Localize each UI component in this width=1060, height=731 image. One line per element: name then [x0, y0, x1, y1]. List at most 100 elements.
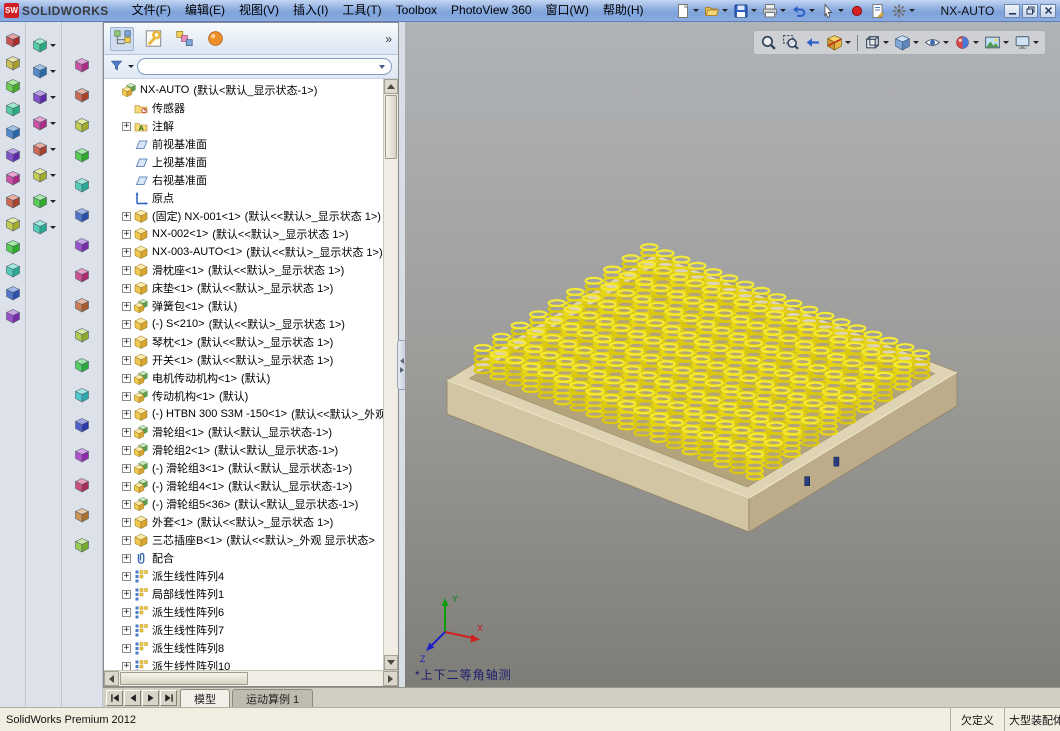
expand-icon[interactable]: +: [122, 373, 131, 383]
tree-item-派生线性阵列8[interactable]: + 派生线性阵列8: [104, 639, 383, 657]
tree-item-(固定) NX-001<1>[interactable]: + (固定) NX-001<1> (默认<<默认>_显示状态 1>): [104, 207, 383, 225]
exploded-view-button[interactable]: [1, 281, 25, 304]
configurationmanager-tab[interactable]: [172, 27, 196, 51]
display-style-button[interactable]: [892, 32, 921, 53]
ellipse-button[interactable]: [66, 290, 98, 320]
view-settings-button[interactable]: [1012, 32, 1041, 53]
polygon-button[interactable]: [66, 230, 98, 260]
tree-item-传感器[interactable]: +传感器: [104, 99, 383, 117]
tree-item-滑轮组2<1>[interactable]: + 滑轮组2<1> (默认<默认_显示状态-1>): [104, 441, 383, 459]
convert-entities-button[interactable]: [66, 380, 98, 410]
scroll-up-button[interactable]: [384, 79, 398, 94]
insert-component-button[interactable]: [1, 28, 25, 51]
trim-entities-button[interactable]: [66, 350, 98, 380]
new-motion-study-button[interactable]: [1, 235, 25, 258]
sketch-fillet-button[interactable]: [66, 320, 98, 350]
tree-item-弹簧包<1>[interactable]: + 弹簧包<1> (默认): [104, 297, 383, 315]
tree-item-滑轮组<1>[interactable]: + 滑轮组<1> (默认<默认_显示状态-1>): [104, 423, 383, 441]
print-button[interactable]: [760, 1, 788, 21]
panel-overflow-button[interactable]: »: [385, 32, 392, 46]
offset-entities-button[interactable]: [66, 410, 98, 440]
tree-item-电机传动机构<1>[interactable]: + 电机传动机构<1> (默认): [104, 369, 383, 387]
filter-dropdown-icon[interactable]: [128, 65, 134, 68]
expand-icon[interactable]: +: [122, 535, 131, 545]
tree-item-传动机构<1>[interactable]: + 传动机构<1> (默认): [104, 387, 383, 405]
tree-item-右视基准面[interactable]: +右视基准面: [104, 171, 383, 189]
smart-fasteners-button[interactable]: [1, 97, 25, 120]
tree-item-(-) HTBN 300 S3M -150<1>[interactable]: + (-) HTBN 300 S3M -150<1>(默认<<默认>_外观 显示状…: [104, 405, 383, 423]
expand-icon[interactable]: +: [122, 427, 131, 437]
menu-编辑(E)[interactable]: 编辑(E): [178, 0, 232, 21]
sketch-button[interactable]: [66, 50, 98, 80]
tree-item-三芯插座B<1>[interactable]: + 三芯插座B<1> (默认<<默认>_外观 显示状态>: [104, 531, 383, 549]
filter-icon[interactable]: [110, 59, 123, 75]
menu-Toolbox[interactable]: Toolbox: [389, 0, 444, 21]
tree-item-局部线性阵列1[interactable]: + 局部线性阵列1: [104, 585, 383, 603]
vertical-scrollbar-thumb[interactable]: [385, 95, 397, 159]
view-orientation-button[interactable]: [862, 32, 891, 53]
zoom-area-button[interactable]: [780, 32, 801, 53]
linear-pattern-button[interactable]: [27, 214, 61, 240]
tree-item-NX-AUTO[interactable]: +NX-AUTO(默认<默认_显示状态-1>): [104, 81, 383, 99]
circle-button[interactable]: [66, 170, 98, 200]
expand-icon[interactable]: +: [122, 355, 131, 365]
line-button[interactable]: [66, 110, 98, 140]
tree-item-派生线性阵列4[interactable]: + 派生线性阵列4: [104, 567, 383, 585]
horizontal-scrollbar-thumb[interactable]: [120, 672, 248, 685]
file-properties-button[interactable]: [868, 1, 888, 21]
tree-item-琴枕<1>[interactable]: + 琴枕<1> (默认<<默认>_显示状态 1>): [104, 333, 383, 351]
fillet-button[interactable]: [27, 188, 61, 214]
expand-icon[interactable]: +: [122, 301, 131, 311]
tab-模型[interactable]: 模型: [180, 689, 230, 707]
expand-icon[interactable]: +: [122, 319, 131, 329]
tree-item-(-) 滑轮组3<1>[interactable]: + (-) 滑轮组3<1> (默认<默认_显示状态-1>): [104, 459, 383, 477]
menu-视图(V)[interactable]: 视图(V): [232, 0, 286, 21]
expand-icon[interactable]: +: [122, 247, 131, 257]
expand-icon[interactable]: +: [122, 121, 131, 131]
hide-show-items-button[interactable]: [922, 32, 951, 53]
expand-icon[interactable]: +: [122, 265, 131, 275]
spline-button[interactable]: [66, 260, 98, 290]
featuremanager-tree-tab[interactable]: [110, 26, 134, 51]
tree-item-注解[interactable]: + A 注解: [104, 117, 383, 135]
menu-文件(F)[interactable]: 文件(F): [125, 0, 178, 21]
tree-item-前视基准面[interactable]: +前视基准面: [104, 135, 383, 153]
save-button[interactable]: [731, 1, 759, 21]
options-button[interactable]: [889, 1, 917, 21]
scroll-left-button[interactable]: [104, 671, 119, 686]
tab-运动算例 1[interactable]: 运动算例 1: [232, 689, 314, 707]
open-button[interactable]: [702, 1, 730, 21]
show-hidden-components-button[interactable]: [1, 166, 25, 189]
filter-input[interactable]: [137, 58, 392, 75]
expand-icon[interactable]: +: [122, 643, 131, 653]
vcr-previous-button[interactable]: [124, 690, 141, 706]
expand-icon[interactable]: +: [122, 571, 131, 581]
vcr-last-button[interactable]: [160, 690, 177, 706]
propertymanager-tab[interactable]: [141, 27, 165, 51]
tree-item-派生线性阵列6[interactable]: + 派生线性阵列6: [104, 603, 383, 621]
menu-窗口(W)[interactable]: 窗口(W): [539, 0, 596, 21]
expand-icon[interactable]: +: [122, 517, 131, 527]
displaymanager-tab[interactable]: [203, 27, 227, 51]
swept-boss-button[interactable]: [27, 84, 61, 110]
arc-button[interactable]: [66, 200, 98, 230]
select-button[interactable]: [818, 1, 846, 21]
menu-PhotoView 360[interactable]: PhotoView 360: [444, 0, 539, 21]
vcr-next-button[interactable]: [142, 690, 159, 706]
expand-icon[interactable]: +: [122, 337, 131, 347]
expand-icon[interactable]: +: [122, 661, 131, 670]
tree-item-开关<1>[interactable]: + 开关<1> (默认<<默认>_显示状态 1>): [104, 351, 383, 369]
menu-帮助(H)[interactable]: 帮助(H): [596, 0, 651, 21]
hole-wizard-button[interactable]: [27, 162, 61, 188]
lofted-boss-button[interactable]: [27, 110, 61, 136]
record-macro-button[interactable]: [847, 1, 867, 21]
tree-item-NX-003-AUTO<1>[interactable]: + NX-003-AUTO<1> (默认<<默认>_显示状态 1>): [104, 243, 383, 261]
expand-icon[interactable]: +: [122, 481, 131, 491]
mirror-entities-button[interactable]: [66, 440, 98, 470]
expand-icon[interactable]: +: [122, 607, 131, 617]
linear-sketch-pattern-button[interactable]: [66, 470, 98, 500]
tree-item-派生线性阵列10[interactable]: + 派生线性阵列10: [104, 657, 383, 670]
zoom-fit-button[interactable]: [758, 32, 779, 53]
bill-of-materials-button[interactable]: [1, 258, 25, 281]
tree-item-(-) 滑轮组4<1>[interactable]: + (-) 滑轮组4<1> (默认<默认_显示状态-1>): [104, 477, 383, 495]
